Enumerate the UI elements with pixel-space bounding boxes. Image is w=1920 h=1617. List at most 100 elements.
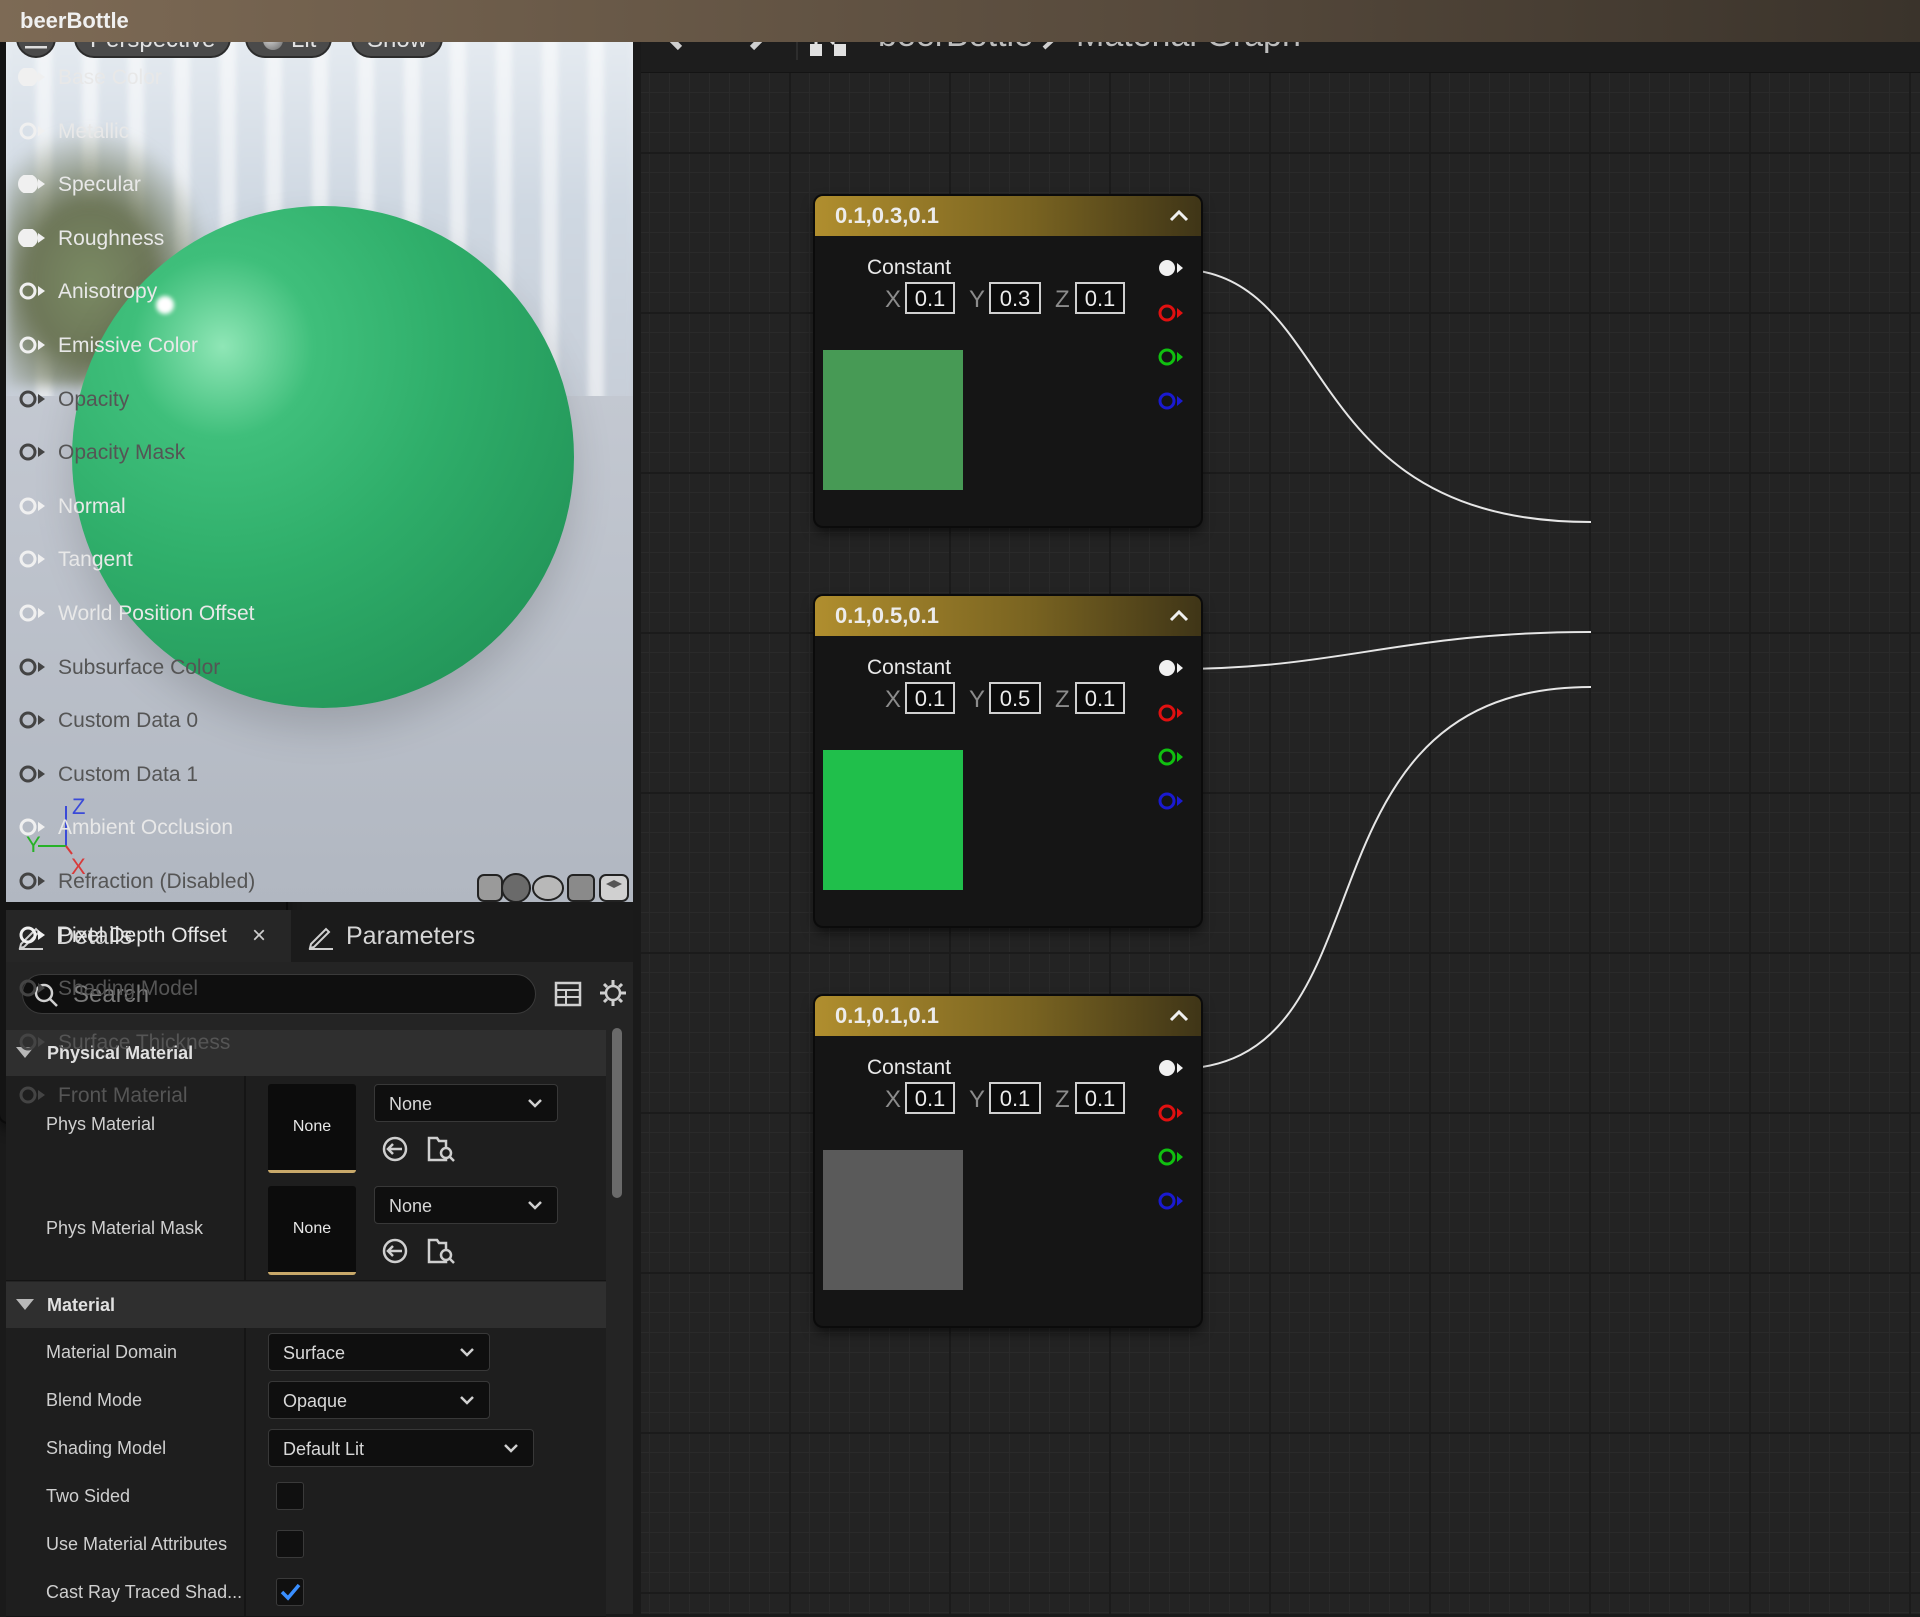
expand-arrow-icon (16, 1299, 34, 1310)
preview-cylinder-icon[interactable] (477, 874, 503, 902)
y-value-field[interactable]: 0.1 (989, 1082, 1041, 1114)
combo-value: Default Lit (283, 1439, 365, 1459)
input-label: World Position Offset (58, 602, 255, 625)
node-header[interactable]: 0.1,0.5,0.1 (815, 596, 1201, 636)
property-row-blend-mode: Blend Mode Opaque (6, 1376, 606, 1425)
output-pin-blue[interactable] (1158, 1192, 1184, 1210)
table-view-icon[interactable] (554, 980, 582, 1008)
preview-sphere-icon[interactable] (501, 873, 531, 902)
details-scrollbar[interactable] (612, 1028, 622, 1198)
property-label: Use Material Attributes (46, 1534, 228, 1554)
input-pin[interactable] (18, 228, 46, 247)
input-label: Refraction (Disabled) (58, 870, 256, 893)
shading-model-dropdown[interactable]: Default Lit (268, 1429, 534, 1467)
chevron-down-icon (528, 1201, 542, 1210)
collapse-chevron-icon[interactable] (1167, 1004, 1191, 1028)
z-value-field[interactable]: 0.1 (1075, 1082, 1125, 1114)
input-pin[interactable] (18, 68, 46, 86)
pencil-icon (308, 927, 333, 950)
y-label: Y (969, 1086, 986, 1113)
x-value-field[interactable]: 0.1 (905, 682, 955, 714)
preview-plane-icon[interactable] (532, 875, 564, 901)
property-label: Two Sided (46, 1486, 131, 1506)
output-pin-rgb[interactable] (1158, 259, 1184, 277)
input-pin[interactable] (18, 122, 46, 140)
input-label: Tangent (58, 548, 133, 572)
material-node-title[interactable]: beerBottle (0, 0, 1920, 42)
z-label: Z (1055, 1086, 1070, 1113)
input-pin[interactable] (18, 336, 46, 354)
constant-node-1[interactable]: 0.1,0.3,0.1 Constant X 0.1 Y 0.3 Z 0.1 (815, 196, 1201, 526)
output-pin-red[interactable] (1158, 1104, 1184, 1122)
input-label: Normal (58, 494, 126, 518)
node-title: Constant (867, 656, 952, 679)
input-pin[interactable] (18, 818, 46, 836)
output-pin-red[interactable] (1158, 704, 1184, 722)
input-pin[interactable] (18, 175, 46, 194)
blend-mode-dropdown[interactable]: Opaque (268, 1381, 490, 1419)
output-pin-rgb[interactable] (1158, 659, 1184, 677)
output-pin-blue[interactable] (1158, 792, 1184, 810)
x-value-field[interactable]: 0.1 (905, 1082, 955, 1114)
output-pin-red[interactable] (1158, 304, 1184, 322)
z-value-field[interactable]: 0.1 (1075, 282, 1125, 314)
cast-ray-traced-shadows-checkbox[interactable] (276, 1578, 304, 1606)
preview-mesh-icon[interactable] (599, 874, 629, 902)
chevron-down-icon (460, 1396, 474, 1405)
y-value-field[interactable]: 0.3 (989, 282, 1041, 314)
browse-asset-icon[interactable] (426, 1236, 456, 1266)
input-label: Opacity (58, 387, 130, 411)
chevron-down-icon (504, 1444, 518, 1453)
gear-icon[interactable] (598, 978, 628, 1008)
input-pin[interactable] (18, 550, 46, 568)
close-icon[interactable]: × (252, 910, 266, 962)
collapse-chevron-icon[interactable] (1167, 204, 1191, 228)
asset-combo-dropdown[interactable]: None (374, 1084, 558, 1122)
column-divider (244, 1568, 246, 1616)
input-label: Custom Data 1 (58, 762, 199, 786)
input-label: Pixel Depth Offset (58, 923, 227, 947)
property-row-use-material-attributes: Use Material Attributes (6, 1520, 606, 1569)
output-pin-blue[interactable] (1158, 392, 1184, 410)
z-value-field[interactable]: 0.1 (1075, 682, 1125, 714)
x-value-field[interactable]: 0.1 (905, 282, 955, 314)
input-pin[interactable] (18, 926, 46, 944)
asset-thumbnail[interactable]: None (268, 1186, 356, 1275)
constant-node-2[interactable]: 0.1,0.5,0.1 Constant X 0.1 Y 0.5 Z 0.1 (815, 596, 1201, 926)
property-row-phys-material-mask: Phys Material Mask None None (6, 1178, 606, 1281)
y-value-field[interactable]: 0.5 (989, 682, 1041, 714)
asset-combo-dropdown[interactable]: None (374, 1186, 558, 1224)
output-pin-green[interactable] (1158, 348, 1184, 366)
use-material-attributes-checkbox[interactable] (276, 1530, 304, 1558)
material-domain-dropdown[interactable]: Surface (268, 1333, 490, 1371)
input-pin[interactable] (18, 604, 46, 622)
output-pin-rgb[interactable] (1158, 1059, 1184, 1077)
category-material[interactable]: Material (6, 1282, 606, 1328)
tab-parameters[interactable]: Parameters (296, 910, 475, 962)
tab-parameters-label: Parameters (346, 922, 476, 950)
preview-shape-selector[interactable] (476, 872, 633, 902)
input-label: Front Material (58, 1084, 188, 1108)
input-pin[interactable] (18, 282, 46, 300)
preview-cube-icon[interactable] (567, 874, 595, 902)
input-pin (19, 979, 45, 997)
collapse-chevron-icon[interactable] (1167, 604, 1191, 628)
browse-asset-icon[interactable] (426, 1134, 456, 1164)
asset-thumbnail[interactable]: None (268, 1084, 356, 1173)
property-row-two-sided: Two Sided (6, 1472, 606, 1521)
property-label: Phys Material (46, 1114, 156, 1134)
output-pin-green[interactable] (1158, 748, 1184, 766)
combo-value: Surface (283, 1343, 346, 1363)
constant-node-3[interactable]: 0.1,0.1,0.1 Constant X 0.1 Y 0.1 Z 0.1 (815, 996, 1201, 1326)
combo-value: None (389, 1196, 433, 1216)
use-selected-asset-icon[interactable] (380, 1236, 410, 1266)
column-divider (244, 1178, 246, 1280)
two-sided-checkbox[interactable] (276, 1482, 304, 1510)
input-pin (19, 390, 45, 408)
node-header[interactable]: 0.1,0.3,0.1 (815, 196, 1201, 236)
node-header[interactable]: 0.1,0.1,0.1 (815, 996, 1201, 1036)
input-pin[interactable] (18, 497, 46, 515)
use-selected-asset-icon[interactable] (380, 1134, 410, 1164)
output-pin-green[interactable] (1158, 1148, 1184, 1166)
column-divider (244, 1076, 246, 1178)
